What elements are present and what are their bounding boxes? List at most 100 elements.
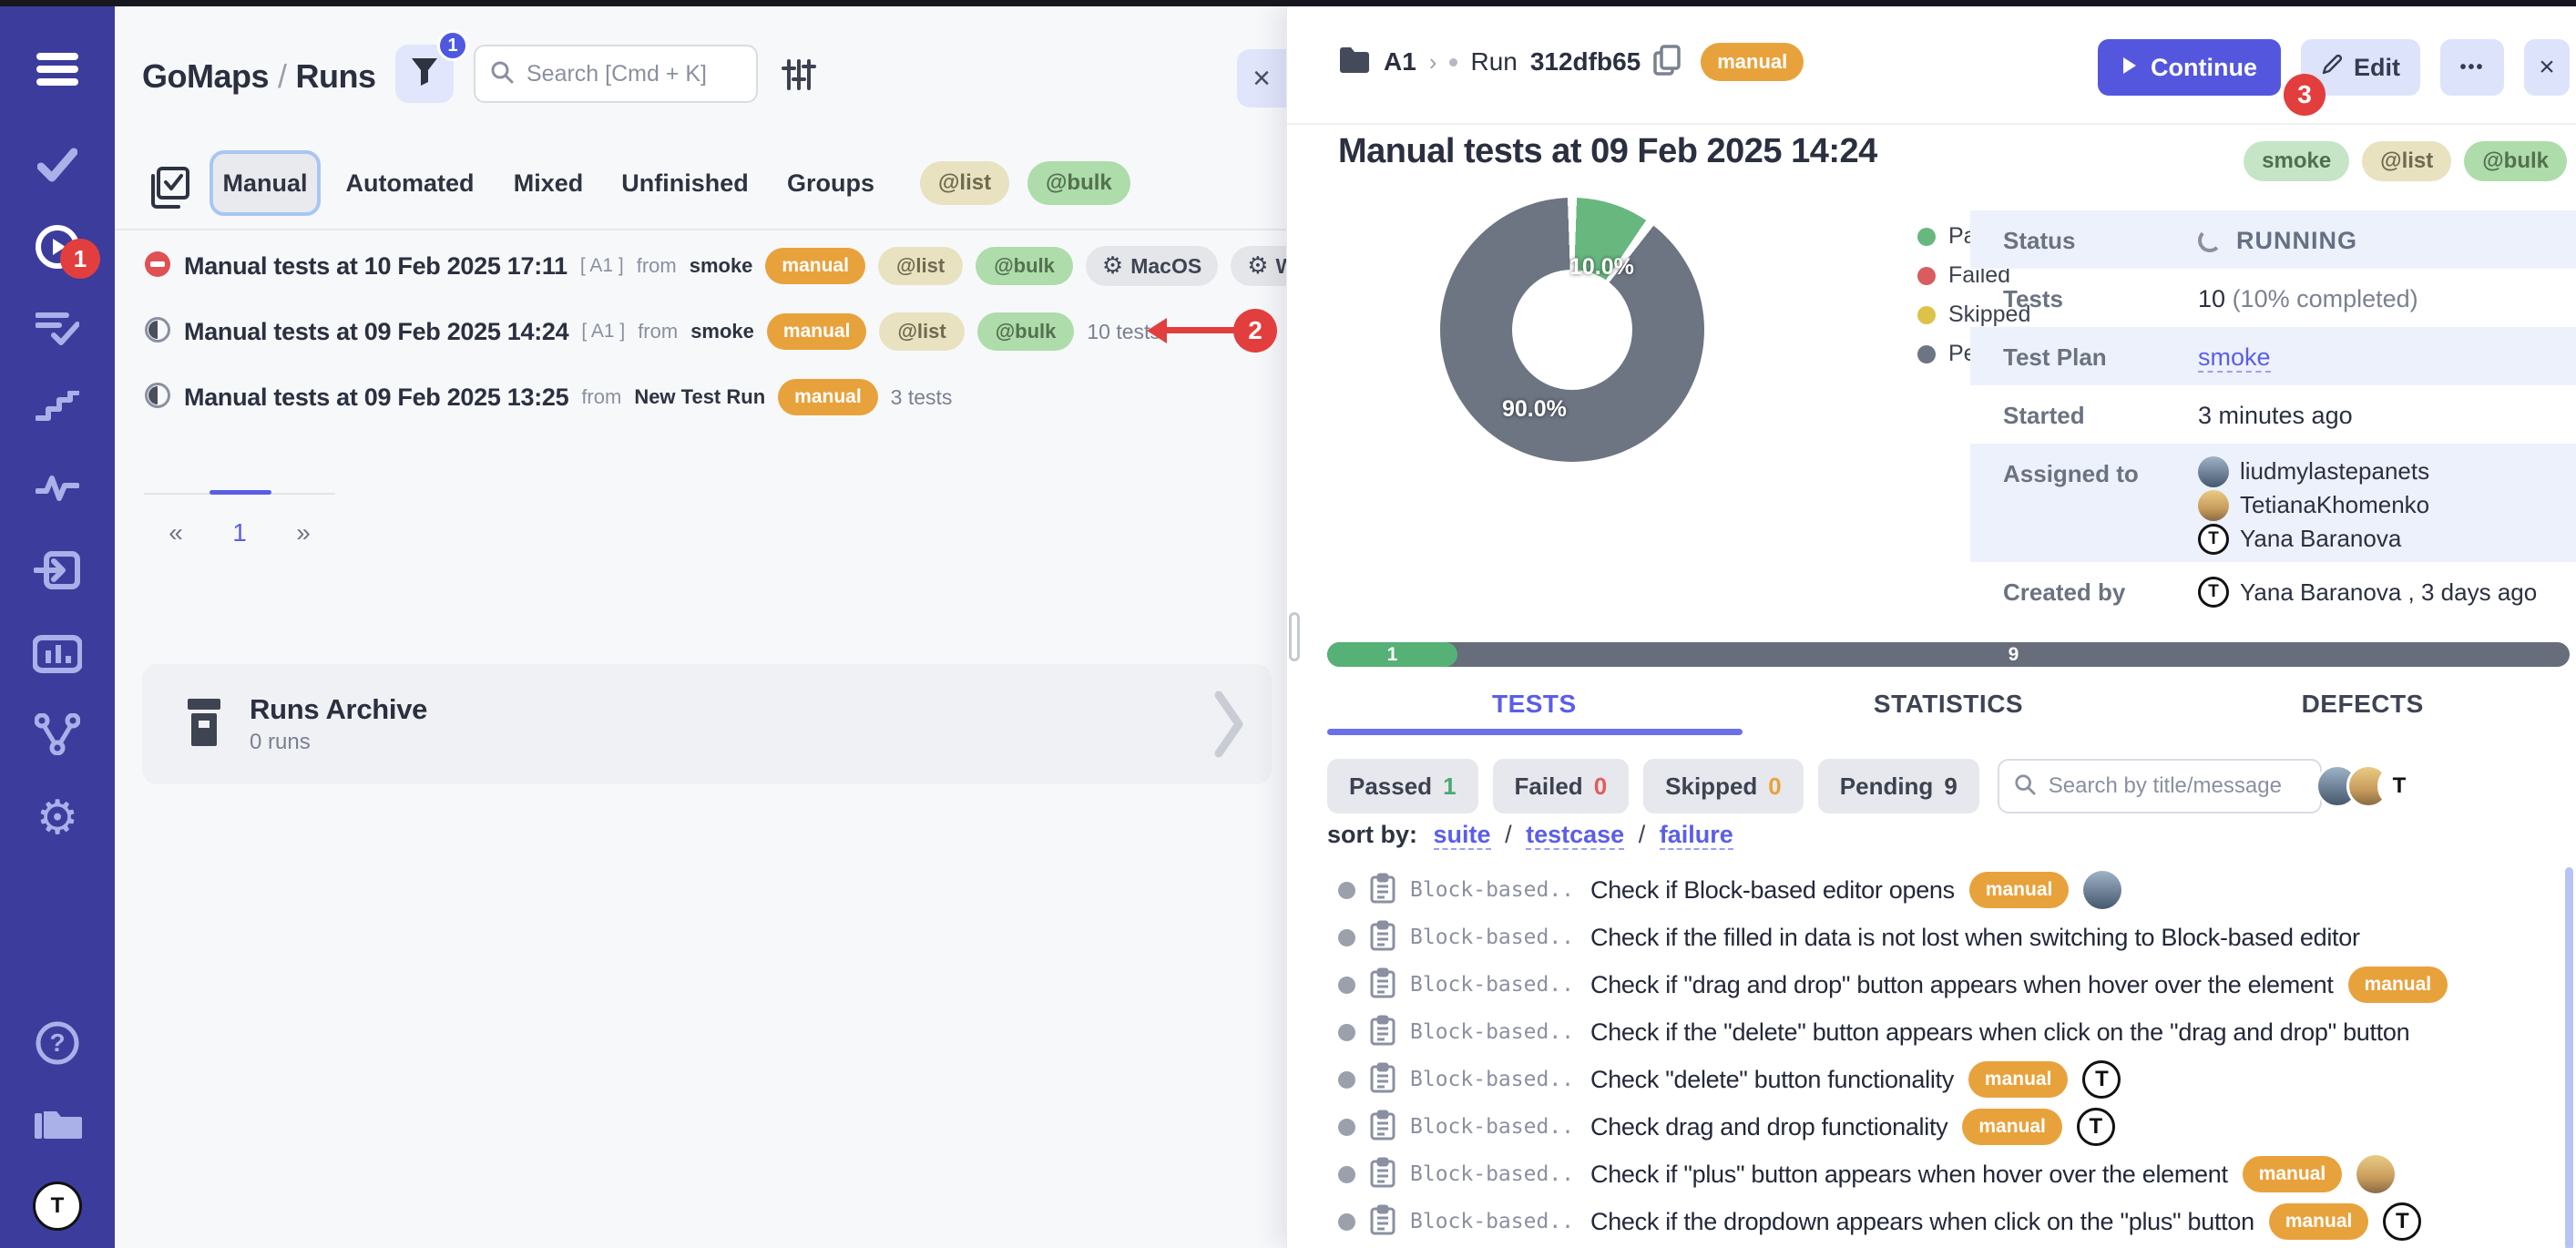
tab-automated[interactable]: Automated <box>357 159 463 207</box>
tab-statistics[interactable]: STATISTICS <box>1742 690 2156 719</box>
tab-manual[interactable]: Manual <box>210 150 321 216</box>
test-type-badge: manual <box>1962 1109 2062 1145</box>
branch-icon <box>35 713 80 755</box>
bar-chart-icon <box>33 634 82 674</box>
test-suite: Block-based... <box>1410 973 1576 997</box>
run-row-3[interactable]: Manual tests at 09 Feb 2025 13:25 from N… <box>115 371 1286 424</box>
more-button[interactable]: ••• <box>2440 39 2504 96</box>
tab-defects[interactable]: DEFECTS <box>2155 690 2570 719</box>
avatar-yana <box>2082 1060 2121 1099</box>
untested-status-icon <box>1338 1071 1355 1089</box>
drawer-breadcrumb-folder[interactable]: A1 <box>1384 47 1416 77</box>
pagination-first[interactable]: « <box>144 518 208 547</box>
test-row[interactable]: Block-based... Check if the dropdown app… <box>1287 1198 2576 1245</box>
sidebar-item-requirements[interactable] <box>0 548 115 592</box>
view-settings-button[interactable] <box>782 57 816 97</box>
continue-button[interactable]: Continue <box>2098 39 2281 96</box>
sort-by-suite[interactable]: suite <box>1434 821 1491 850</box>
filter-pending[interactable]: Pending9 <box>1818 759 1979 813</box>
test-type-badge: manual <box>1969 872 2070 908</box>
run-type-badge: manual <box>767 313 867 350</box>
tag-filter-bulk[interactable]: @bulk <box>1027 161 1130 205</box>
filter-failed[interactable]: Failed0 <box>1493 759 1630 813</box>
sort-by-testcase[interactable]: testcase <box>1526 821 1624 850</box>
legend-dot-pending <box>1917 345 1936 363</box>
sidebar-item-settings[interactable]: ⚙ <box>0 794 115 842</box>
assigned-user[interactable]: TetianaKhomenko <box>2198 488 2576 522</box>
tag-badge-list[interactable]: @list <box>2362 141 2451 181</box>
test-row[interactable]: Block-based... Check "delete" button fun… <box>1287 1056 2576 1103</box>
run-source: smoke <box>690 254 753 278</box>
tests-scrollbar-thumb[interactable] <box>2565 867 2573 1248</box>
pagination-page-1[interactable]: 1 <box>208 518 271 547</box>
stairs-icon <box>36 391 79 422</box>
tag-filter-list[interactable]: @list <box>920 161 1009 205</box>
pagination-last[interactable]: » <box>271 518 335 547</box>
folder-stack-icon <box>33 1102 82 1142</box>
sidebar-user-avatar[interactable] <box>0 1181 115 1232</box>
sidebar-item-help[interactable]: ? <box>0 1020 115 1066</box>
clipboard-icon <box>1370 1204 1395 1240</box>
test-row[interactable]: Block-based... Check if "drag and drop" … <box>1287 961 2576 1008</box>
assigned-user[interactable]: liudmylastepanets <box>2198 455 2576 488</box>
sidebar-item-dashboard[interactable] <box>0 632 115 676</box>
filter-skipped[interactable]: Skipped0 <box>1643 759 1804 813</box>
run-test-count: 3 tests <box>891 385 953 410</box>
info-row-tests: Tests 10 (10% completed) <box>1970 269 2576 327</box>
activity-icon <box>36 473 79 504</box>
breadcrumb-project[interactable]: GoMaps <box>142 57 269 95</box>
drawer-scrollbar-thumb[interactable] <box>1289 612 1300 661</box>
chevron-right-icon <box>1213 690 1244 763</box>
runs-archive-card[interactable]: Runs Archive 0 runs <box>142 664 1272 784</box>
test-row[interactable]: Block-based... Check if "plus" button ap… <box>1287 1151 2576 1198</box>
ellipsis-icon: ••• <box>2459 57 2484 78</box>
untested-status-icon <box>1338 929 1355 946</box>
assigned-user[interactable]: Yana Baranova <box>2198 522 2576 556</box>
test-type-badge: manual <box>1968 1061 2069 1098</box>
run-type-badge: manual <box>1701 43 1804 81</box>
tab-tests[interactable]: TESTS <box>1327 690 1742 719</box>
copy-icon[interactable] <box>1653 45 1681 80</box>
tab-mixed[interactable]: Mixed <box>516 159 581 207</box>
test-row[interactable]: Block-based... Check if the filled in da… <box>1287 914 2576 961</box>
legend-dot-skipped <box>1917 306 1936 324</box>
tab-groups[interactable]: Groups <box>792 159 869 207</box>
untested-status-icon <box>1338 1166 1355 1183</box>
run-ref: [ A1 ] <box>580 255 624 277</box>
sidebar-item-defects[interactable] <box>0 470 115 506</box>
assignee-avatar-cluster[interactable] <box>2328 764 2421 808</box>
avatar-yana <box>2383 1202 2421 1241</box>
tests-search-input[interactable] <box>2047 772 2305 800</box>
test-row[interactable]: Block-based... Check if Block-based edit… <box>1287 866 2576 914</box>
runs-search <box>474 45 758 103</box>
clipboard-icon <box>1370 920 1395 956</box>
donut-label-pending: 90.0% <box>1502 396 1567 423</box>
select-all-icon[interactable] <box>151 167 189 213</box>
menu-button[interactable] <box>0 47 115 91</box>
tag-badge-smoke[interactable]: smoke <box>2244 141 2349 181</box>
annotation-circle-3: 3 <box>2284 74 2326 116</box>
sidebar-item-shared-steps[interactable] <box>0 308 115 348</box>
filter-count-badge: 1 <box>437 30 468 61</box>
panel-close-button[interactable]: × <box>1237 49 1286 107</box>
run-row-2[interactable]: Manual tests at 09 Feb 2025 14:24 [ A1 ]… <box>115 305 1286 358</box>
created-by: Yana Baranova , 3 days ago <box>2198 576 2537 609</box>
tag-badge-bulk[interactable]: @bulk <box>2464 141 2567 181</box>
breadcrumb-chevron: › <box>1429 48 1437 77</box>
test-row[interactable]: Block-based... Check if the "delete" but… <box>1287 1008 2576 1056</box>
sidebar-item-traceability[interactable] <box>0 712 115 756</box>
sidebar-item-milestones[interactable] <box>0 388 115 425</box>
run-row-1[interactable]: Manual tests at 10 Feb 2025 17:11 [ A1 ]… <box>115 240 1286 292</box>
test-row[interactable]: Block-based... Check drag and drop funct… <box>1287 1103 2576 1151</box>
test-plan-link[interactable]: smoke <box>2198 343 2271 373</box>
filter-passed[interactable]: Passed1 <box>1327 759 1478 813</box>
drawer-close-button[interactable]: × <box>2524 39 2570 96</box>
sort-by-failure[interactable]: failure <box>1660 821 1733 850</box>
legend-dot-failed <box>1917 267 1936 285</box>
tab-unfinished[interactable]: Unfinished <box>632 159 738 207</box>
avatar-liudmyla <box>2198 456 2229 487</box>
sidebar-item-documents[interactable] <box>0 1100 115 1144</box>
test-title: Check if the "delete" button appears whe… <box>1590 1018 2409 1047</box>
search-input[interactable] <box>525 60 741 88</box>
sidebar-item-test-cases[interactable] <box>0 144 115 186</box>
